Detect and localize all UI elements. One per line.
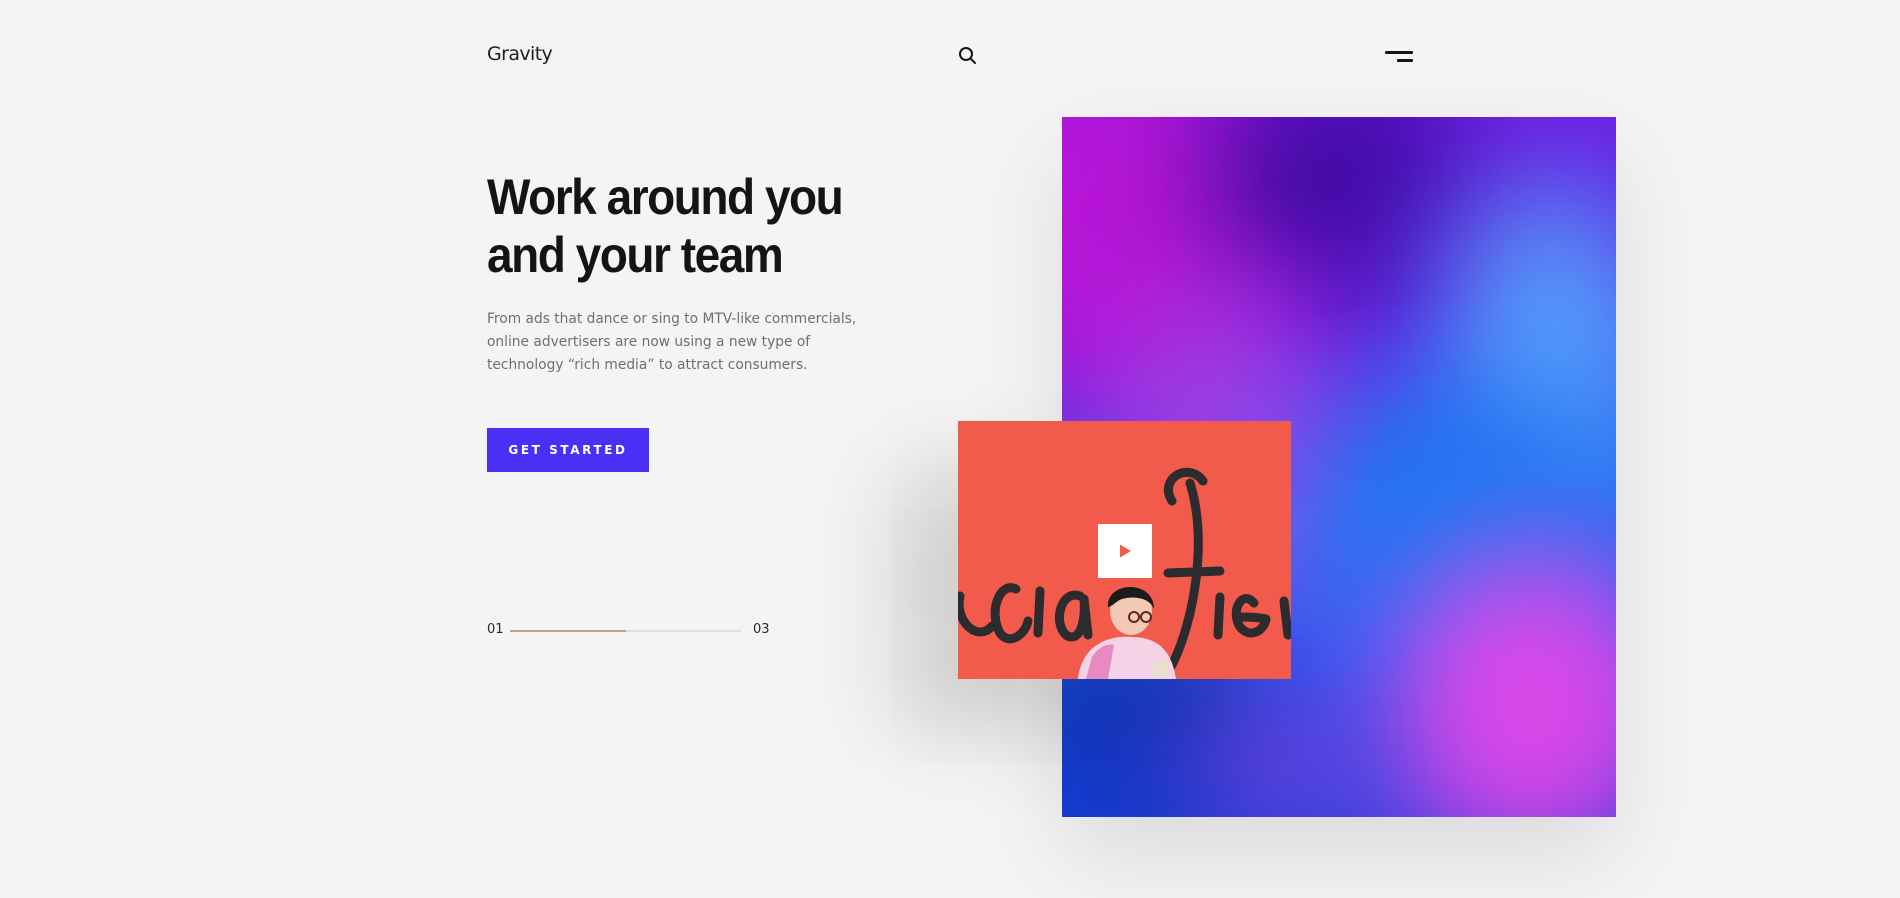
pager-progress-fill <box>510 630 626 632</box>
pager-progress-track[interactable] <box>510 630 741 632</box>
site-header: Gravity <box>0 0 1900 100</box>
video-thumbnail[interactable] <box>958 421 1291 679</box>
slide-pager: 01 03 <box>487 620 777 642</box>
play-icon <box>1120 544 1131 558</box>
pager-total: 03 <box>753 622 770 637</box>
hero-description: From ads that dance or sing to MTV-like … <box>487 311 857 373</box>
play-button[interactable] <box>1098 524 1152 578</box>
search-icon[interactable] <box>957 45 979 67</box>
get-started-button[interactable]: GET STARTED <box>487 428 649 472</box>
menu-icon[interactable] <box>1383 49 1413 67</box>
pager-current: 01 <box>487 622 504 637</box>
hero-title: Work around you and your team <box>487 168 910 284</box>
menu-line-bottom <box>1397 59 1413 62</box>
menu-line-top <box>1385 51 1413 54</box>
logo[interactable]: Gravity <box>487 42 553 66</box>
hero-title-line-1: Work around you <box>487 169 844 225</box>
hero-title-line-2: and your team <box>487 227 784 283</box>
